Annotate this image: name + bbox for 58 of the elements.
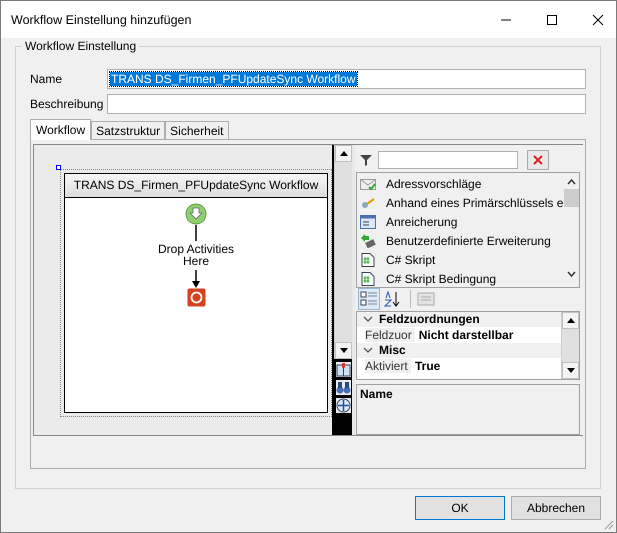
start-icon bbox=[185, 203, 207, 225]
binoculars-icon[interactable] bbox=[336, 380, 350, 395]
pan-icon[interactable] bbox=[336, 398, 350, 413]
text-field[interactable] bbox=[107, 94, 586, 114]
description-title: Name bbox=[360, 387, 393, 402]
collapse-icon[interactable] bbox=[363, 346, 373, 354]
scroll-down-icon[interactable] bbox=[566, 271, 576, 278]
end-icon bbox=[186, 288, 206, 307]
tab[interactable]: Workflow bbox=[30, 119, 92, 140]
tab[interactable]: Sicherheit bbox=[165, 121, 229, 139]
selection-handle[interactable] bbox=[56, 165, 61, 170]
scroll-up-icon[interactable] bbox=[562, 312, 580, 329]
window-icon bbox=[360, 214, 376, 229]
property-value[interactable]: Nicht darstellbar bbox=[414, 328, 514, 342]
script-icon bbox=[360, 252, 376, 267]
window-title: Workflow Einstellung hinzufügen bbox=[11, 12, 192, 26]
toolbox-item[interactable]: Anreicherung bbox=[386, 214, 458, 229]
scroll-down-icon[interactable] bbox=[335, 342, 352, 359]
close-icon[interactable] bbox=[592, 14, 604, 26]
ok-button[interactable]: OK bbox=[415, 496, 505, 520]
clear-icon bbox=[533, 154, 543, 165]
property-name[interactable]: Feldzuor bbox=[365, 328, 415, 342]
workflow-title: TRANS DS_Firmen_PFUpdateSync Workflow bbox=[65, 174, 327, 198]
categorized-button[interactable] bbox=[358, 288, 380, 310]
scroll-thumb[interactable] bbox=[564, 189, 579, 208]
tab[interactable]: Satzstruktur bbox=[91, 121, 166, 139]
filter-field[interactable] bbox=[378, 150, 518, 169]
toolbox-item[interactable]: C# Skript bbox=[386, 252, 436, 267]
toolbox-item[interactable]: Benutzerdefinierte Erweiterung bbox=[386, 234, 551, 248]
scroll-up-icon[interactable] bbox=[566, 179, 576, 186]
cancel-button[interactable]: Abbrechen bbox=[511, 496, 601, 520]
property-value[interactable]: True bbox=[411, 358, 440, 373]
script-icon bbox=[360, 272, 376, 286]
scroll-down-icon[interactable] bbox=[562, 362, 580, 380]
maximize-icon[interactable] bbox=[546, 14, 558, 26]
toolbox-item[interactable]: C# Skript Bedingung bbox=[386, 272, 496, 286]
toolbox-item[interactable]: Adressvorschläge bbox=[386, 176, 482, 191]
book-icon[interactable] bbox=[336, 362, 350, 377]
plugin-icon bbox=[360, 234, 376, 248]
toolbox-item[interactable]: Anhand eines Primärschlüssels e bbox=[386, 196, 564, 210]
scrollbar[interactable] bbox=[561, 312, 580, 380]
connector-line bbox=[195, 225, 197, 241]
scrollbar[interactable] bbox=[334, 145, 352, 359]
collapse-icon[interactable] bbox=[363, 315, 373, 324]
envelope-icon bbox=[360, 176, 376, 191]
resize-grip-icon[interactable] bbox=[602, 518, 614, 530]
property-category[interactable]: Misc bbox=[379, 343, 406, 358]
scroll-up-icon[interactable] bbox=[335, 145, 352, 162]
clear-button[interactable] bbox=[527, 150, 549, 170]
connector-arrow bbox=[192, 270, 200, 288]
filter-icon bbox=[359, 152, 373, 167]
field-label: Name bbox=[30, 72, 64, 86]
field-label: Beschreibung bbox=[30, 97, 104, 111]
drop-hint: Drop Activities Here bbox=[156, 243, 236, 267]
key-icon bbox=[360, 196, 376, 210]
group-title: Workflow Einstellung bbox=[22, 39, 140, 53]
text-field[interactable]: TRANS DS_Firmen_PFUpdateSync Workflow bbox=[107, 69, 586, 89]
property-name[interactable]: Aktiviert bbox=[365, 358, 411, 373]
